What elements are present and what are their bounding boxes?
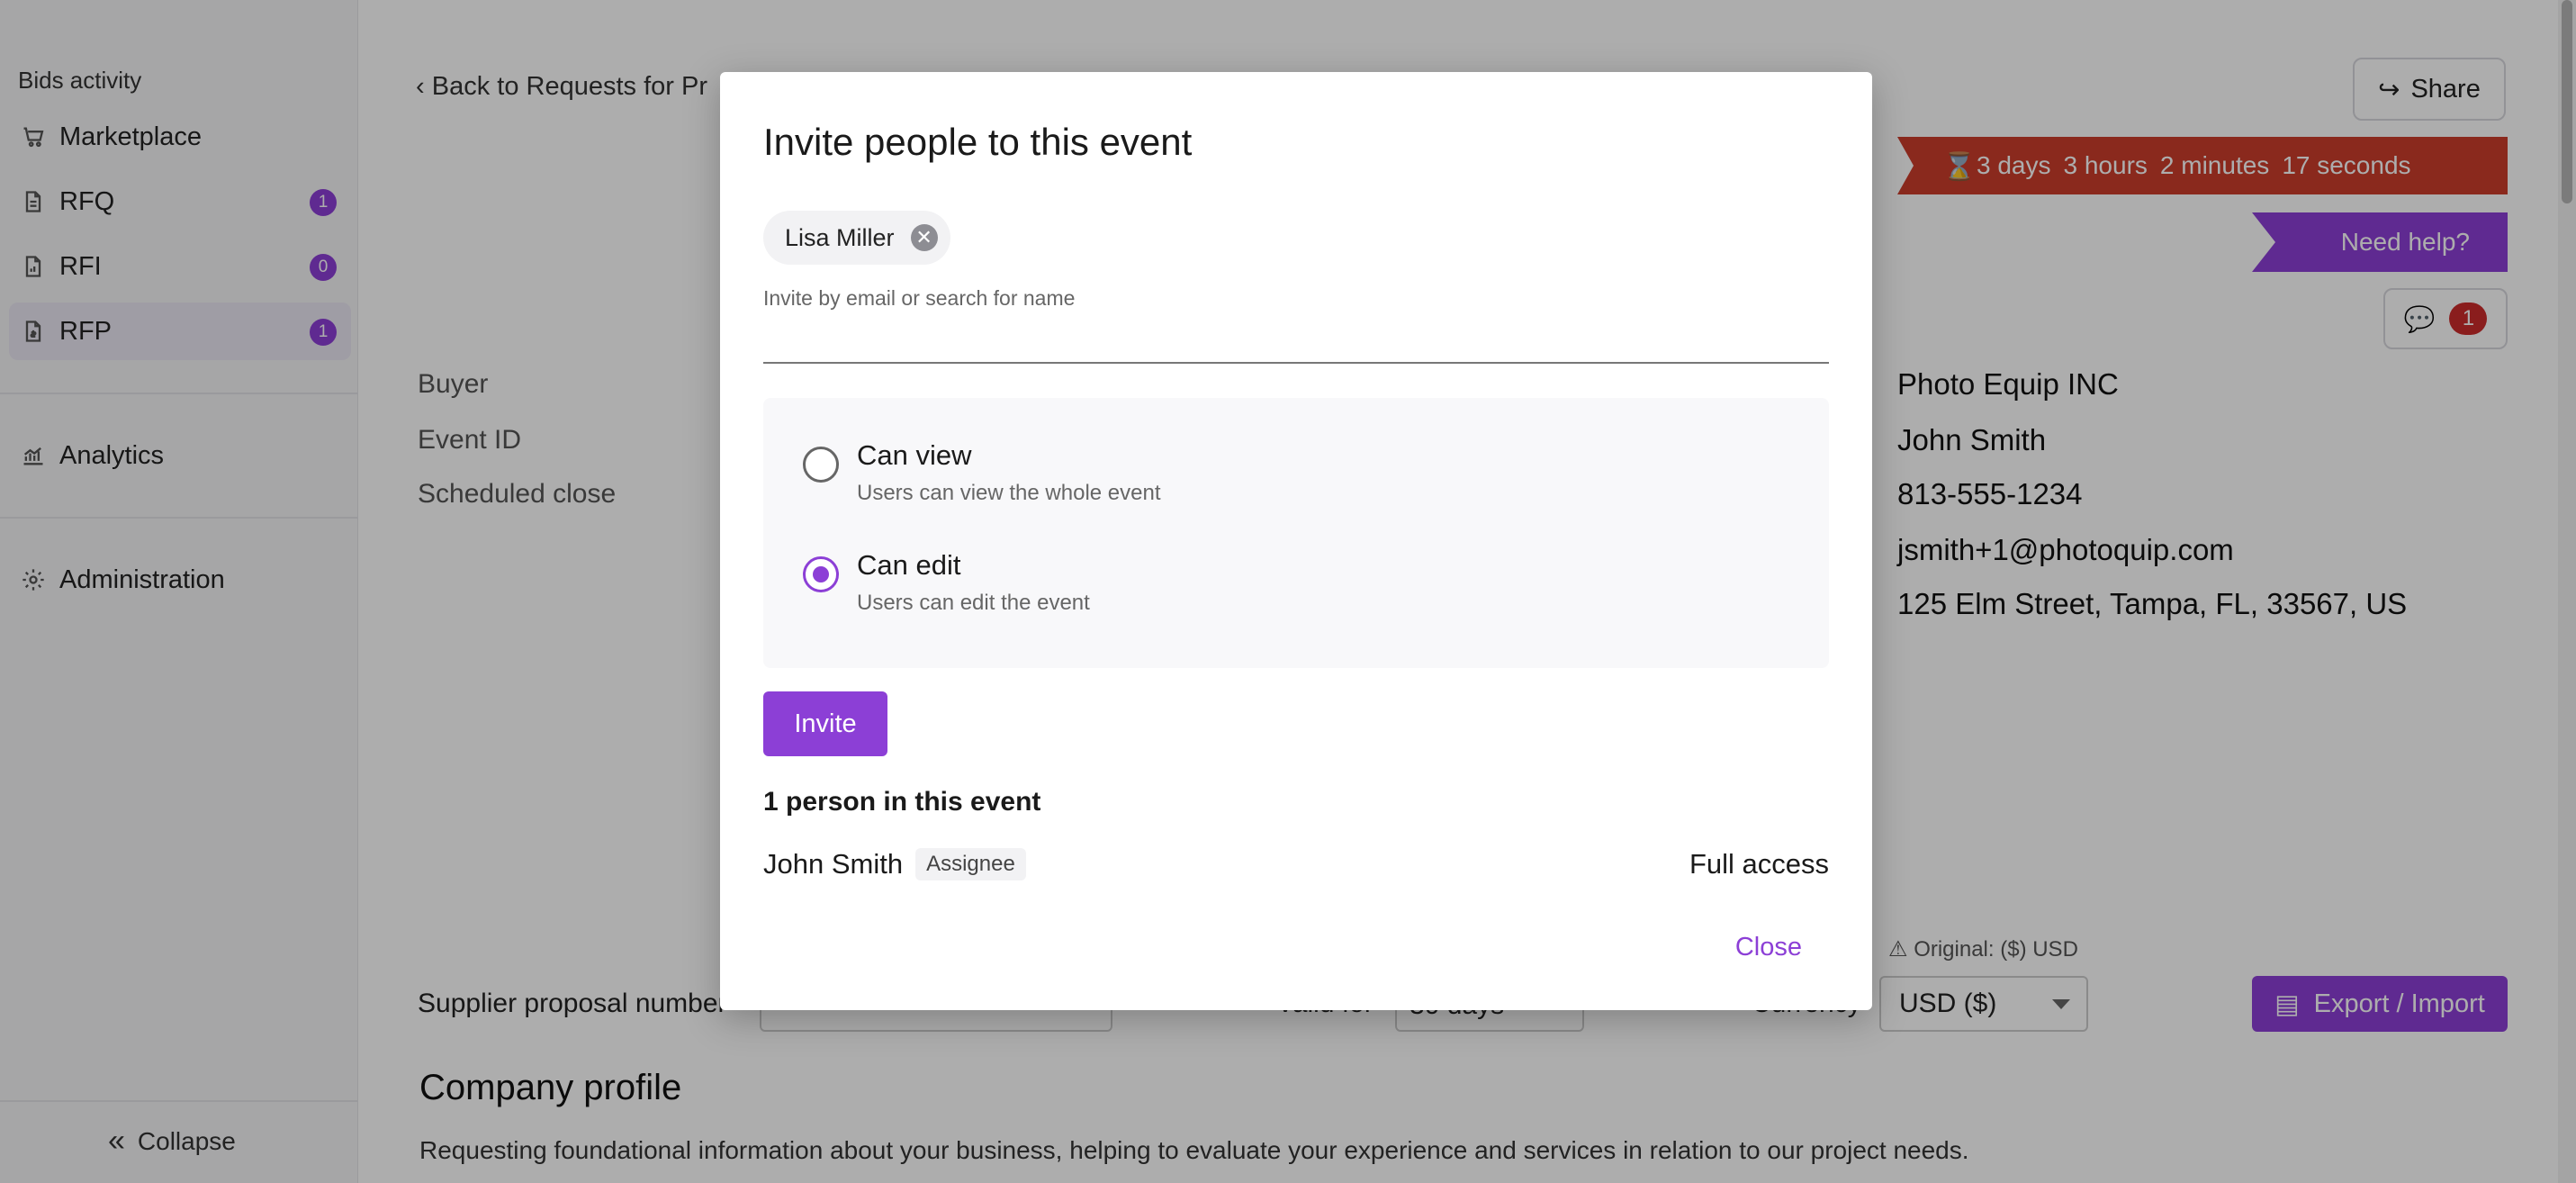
option-can-view[interactable]: Can view Users can view the whole event <box>803 439 1161 506</box>
invitee-chip: Lisa Miller ✕ <box>763 211 950 265</box>
option-title: Can edit <box>857 549 961 581</box>
scrollbar-thumb[interactable] <box>2562 0 2572 203</box>
invite-button[interactable]: Invite <box>763 691 887 756</box>
modal-title: Invite people to this event <box>763 121 1193 163</box>
invite-search-input[interactable] <box>763 317 1829 364</box>
option-can-edit[interactable]: Can edit Users can edit the event <box>803 549 1090 616</box>
invitee-chip-name: Lisa Miller <box>785 223 895 251</box>
access-level[interactable]: Full access <box>1689 848 1829 880</box>
scrollbar[interactable] <box>2558 0 2576 1183</box>
permission-options: Can view Users can view the whole event … <box>763 398 1829 668</box>
option-title: Can view <box>857 439 972 471</box>
radio-can-edit[interactable] <box>803 556 839 592</box>
radio-can-view[interactable] <box>803 447 839 483</box>
person-name: John Smith <box>763 848 904 880</box>
option-description: Users can view the whole event <box>857 481 1161 505</box>
close-button[interactable]: Close <box>1735 933 1802 962</box>
invite-field-label: Invite by email or search for name <box>763 286 1076 310</box>
list-item: John Smith Assignee Full access <box>763 848 1829 880</box>
people-count: 1 person in this event <box>763 787 1041 817</box>
invite-modal: Invite people to this event Lisa Miller … <box>720 72 1872 1010</box>
role-badge: Assignee <box>915 848 1026 880</box>
remove-chip-icon[interactable]: ✕ <box>910 224 938 251</box>
option-description: Users can edit the event <box>857 591 1090 615</box>
